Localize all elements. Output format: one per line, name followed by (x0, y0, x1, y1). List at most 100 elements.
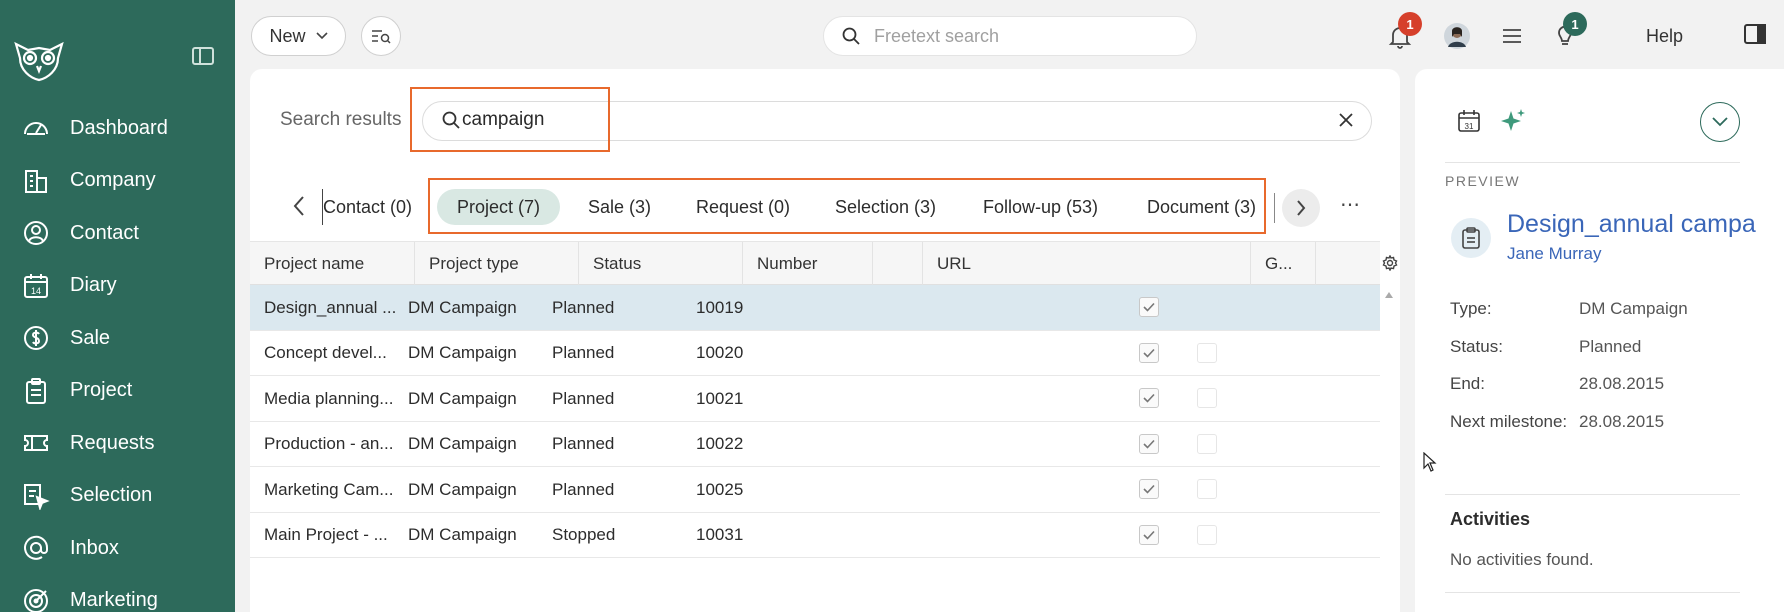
row-checkbox[interactable] (1139, 479, 1159, 499)
toggle-panel-button[interactable] (1743, 22, 1771, 50)
row-extra-checkbox[interactable] (1197, 342, 1217, 363)
row-checkbox[interactable] (1139, 297, 1159, 317)
row-extra-checkbox[interactable] (1197, 479, 1217, 499)
chevron-down-icon (1712, 117, 1728, 127)
ai-sparkle-icon[interactable] (1499, 107, 1527, 135)
nav-item-company[interactable]: Company (0, 155, 235, 208)
table-row[interactable]: Marketing Cam... DM Campaign Planned 10025 (250, 467, 1380, 513)
owl-logo-icon[interactable] (12, 38, 66, 82)
preview-title-link[interactable]: Design_annual campa (1507, 210, 1756, 239)
cell-status: Planned (552, 343, 615, 362)
calendar-icon: 14 (24, 273, 48, 298)
column-header-number[interactable]: Number (743, 242, 873, 286)
cell-project-name: Design_annual ... (264, 297, 397, 317)
ticket-icon (24, 435, 48, 452)
column-header-blank[interactable] (873, 242, 923, 286)
help-link[interactable]: Help (1646, 26, 1683, 47)
search-results-card: Search results campaign Contact (0) Proj… (250, 69, 1400, 612)
nav-item-sale[interactable]: Sale (0, 312, 235, 365)
tips-button[interactable]: 1 (1551, 12, 1587, 50)
cell-project-type: DM Campaign (408, 297, 517, 317)
nav-item-contact[interactable]: Contact (0, 207, 235, 260)
avatar-icon (1444, 23, 1470, 49)
svg-text:31: 31 (1465, 122, 1474, 131)
cell-project-name: Main Project - ... (264, 525, 388, 544)
field-value-type: DM Campaign (1579, 299, 1688, 318)
nav-label: Inbox (70, 536, 119, 559)
table-row[interactable]: Concept devel... DM Campaign Planned 10020 (250, 331, 1380, 376)
top-bar: New 1 1 Help (235, 0, 1784, 70)
results-table: Project name Project type Status Number … (250, 241, 1380, 558)
field-label-next-milestone: Next milestone: (1450, 412, 1568, 431)
search-results-label: Search results (280, 109, 402, 130)
clipboard-icon (26, 377, 46, 404)
clear-search-icon[interactable] (1338, 112, 1354, 128)
mouse-cursor-icon (1423, 452, 1437, 472)
cell-project-type: DM Campaign (408, 479, 517, 499)
divider (1445, 592, 1740, 593)
tabs-next-button[interactable] (1282, 189, 1320, 227)
more-tabs-icon[interactable]: ⋯ (1340, 192, 1361, 217)
nav-label: Selection (70, 484, 153, 507)
cell-project-name: Concept devel... (264, 343, 387, 362)
notifications-button[interactable]: 1 (1386, 12, 1422, 50)
table-settings-gear-icon[interactable] (1382, 255, 1398, 271)
row-checkbox[interactable] (1139, 342, 1159, 363)
table-row[interactable]: Media planning... DM Campaign Planned 10021 (250, 376, 1380, 422)
row-extra-checkbox[interactable] (1197, 388, 1217, 408)
collapse-preview-button[interactable] (1700, 102, 1740, 142)
cell-project-type: DM Campaign (408, 525, 517, 544)
column-header-g[interactable]: G... (1251, 242, 1316, 286)
search-icon (842, 27, 860, 45)
cell-status: Planned (552, 297, 615, 317)
building-icon (25, 169, 47, 193)
cell-number: 10031 (696, 525, 744, 544)
column-header-project-type[interactable]: Project type (415, 242, 579, 286)
sidebar: Dashboard Company Contact 14 Diary Sale … (0, 0, 235, 612)
table-row[interactable]: Production - an... DM Campaign Planned 1002… (250, 422, 1380, 467)
nav-item-requests[interactable]: Requests (0, 417, 235, 470)
tabs-highlight (428, 178, 1266, 234)
row-extra-checkbox[interactable] (1197, 524, 1217, 545)
row-extra-checkbox[interactable] (1197, 433, 1217, 454)
gauge-icon (24, 122, 48, 136)
cell-status: Planned (552, 434, 615, 453)
row-checkbox[interactable] (1139, 433, 1159, 454)
new-button-label: New (269, 25, 306, 46)
calendar-icon[interactable]: 31 (1457, 109, 1481, 133)
row-checkbox[interactable] (1139, 388, 1159, 408)
tabs-prev-icon[interactable] (292, 195, 306, 217)
dollar-icon (24, 326, 48, 351)
user-avatar[interactable] (1443, 22, 1471, 50)
nav-item-project[interactable]: Project (0, 365, 235, 418)
scroll-up-arrow-icon[interactable] (1384, 291, 1394, 299)
main-menu-button[interactable] (1498, 22, 1526, 50)
nav-item-marketing[interactable]: Marketing (0, 575, 235, 612)
nav-label: Company (70, 169, 156, 192)
table-row[interactable]: Main Project - ... DM Campaign Stopped 1003… (250, 513, 1380, 558)
project-clipboard-icon (1451, 218, 1491, 258)
table-row[interactable]: Design_annual ... DM Campaign Planned 10019 (250, 285, 1380, 331)
cell-number: 10021 (696, 388, 744, 408)
nav-item-diary[interactable]: 14 Diary (0, 260, 235, 313)
freetext-search[interactable] (823, 16, 1197, 56)
nav-label: Requests (70, 431, 155, 454)
new-button[interactable]: New (251, 16, 346, 56)
nav-item-selection[interactable]: Selection (0, 470, 235, 523)
table-body: Design_annual ... DM Campaign Planned 10019… (250, 285, 1380, 558)
field-value-next-milestone: 28.08.2015 (1579, 412, 1665, 431)
column-header-project-name[interactable]: Project name (250, 242, 415, 286)
nav-item-dashboard[interactable]: Dashboard (0, 102, 235, 155)
tab-contact[interactable]: Contact (0) (322, 189, 412, 225)
field-value-end: 28.08.2015 (1579, 374, 1665, 393)
freetext-search-input[interactable] (874, 25, 1154, 47)
tabs-divider (1274, 193, 1275, 223)
column-header-url[interactable]: URL (923, 242, 1251, 286)
nav-item-inbox[interactable]: Inbox (0, 522, 235, 575)
search-filter-button[interactable] (361, 16, 401, 56)
preview-owner-link[interactable]: Jane Murray (1507, 244, 1601, 264)
row-checkbox[interactable] (1139, 524, 1159, 545)
tips-badge: 1 (1563, 12, 1587, 36)
collapse-sidebar-icon[interactable] (192, 46, 214, 66)
column-header-status[interactable]: Status (579, 242, 743, 286)
